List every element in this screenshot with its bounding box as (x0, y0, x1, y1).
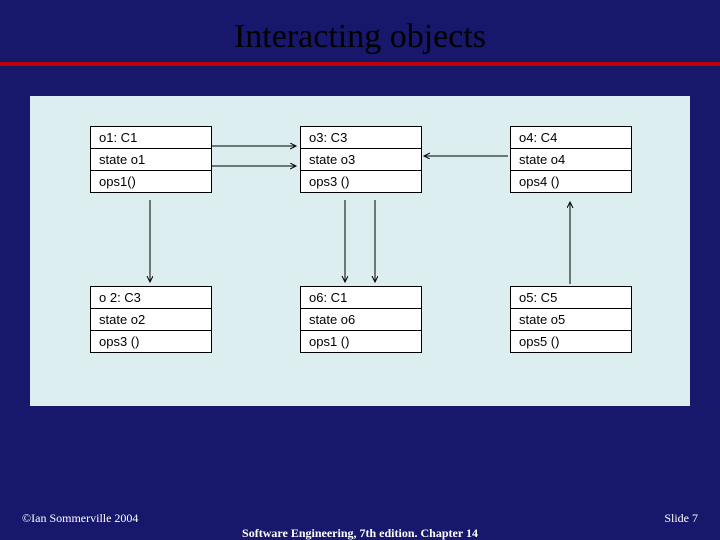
object-state: state o4 (511, 149, 631, 171)
object-header: o6: C1 (301, 287, 421, 309)
object-header: o4: C4 (511, 127, 631, 149)
object-ops: ops5 () (511, 331, 631, 352)
object-header: o3: C3 (301, 127, 421, 149)
footer-slide-number: Slide 7 (664, 511, 698, 526)
object-o4: o4: C4 state o4 ops4 () (510, 126, 632, 193)
object-o1: o1: C1 state o1 ops1() (90, 126, 212, 193)
object-o6: o6: C1 state o6 ops1 () (300, 286, 422, 353)
object-o2: o 2: C3 state o2 ops3 () (90, 286, 212, 353)
footer-copyright: ©Ian Sommerville 2004 (22, 511, 138, 526)
object-state: state o3 (301, 149, 421, 171)
object-ops: ops3 () (301, 171, 421, 192)
object-ops: ops1 () (301, 331, 421, 352)
object-ops: ops4 () (511, 171, 631, 192)
title-underline (0, 62, 720, 66)
footer-book: Software Engineering, 7th edition. Chapt… (0, 526, 720, 540)
slide: Interacting objects o1: C1 state o1 ops1… (0, 0, 720, 540)
object-header: o 2: C3 (91, 287, 211, 309)
object-o3: o3: C3 state o3 ops3 () (300, 126, 422, 193)
object-ops: ops3 () (91, 331, 211, 352)
object-state: state o5 (511, 309, 631, 331)
object-header: o5: C5 (511, 287, 631, 309)
object-ops: ops1() (91, 171, 211, 192)
object-o5: o5: C5 state o5 ops5 () (510, 286, 632, 353)
object-state: state o6 (301, 309, 421, 331)
object-state: state o1 (91, 149, 211, 171)
object-state: state o2 (91, 309, 211, 331)
slide-title: Interacting objects (0, 0, 720, 62)
diagram-area: o1: C1 state o1 ops1() o3: C3 state o3 o… (30, 96, 690, 406)
object-header: o1: C1 (91, 127, 211, 149)
